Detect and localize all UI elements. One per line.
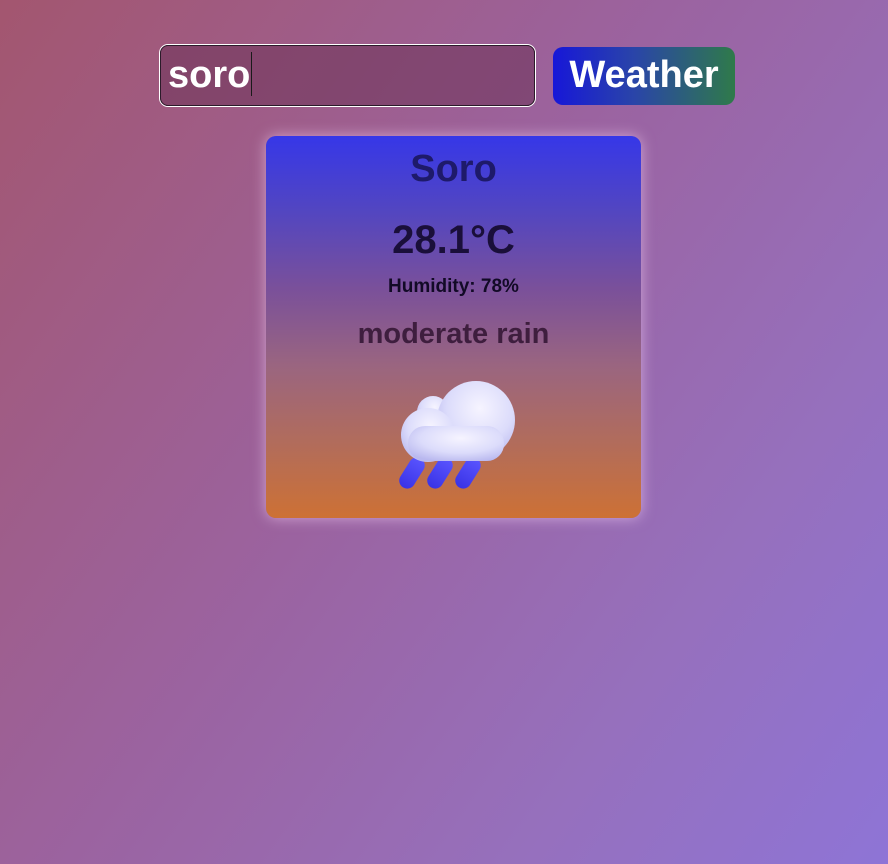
city-name: Soro	[410, 148, 497, 190]
temperature: 28.1°C	[392, 218, 515, 262]
cloud-rain-icon	[399, 381, 515, 489]
city-search-input[interactable]: soro	[159, 44, 536, 107]
search-input-value: soro	[168, 54, 251, 96]
search-bar: soro Weather	[159, 44, 736, 107]
weather-card: Soro 28.1°C Humidity: 78% moderate rain	[266, 136, 641, 518]
weather-button[interactable]: Weather	[553, 47, 735, 105]
text-caret	[251, 51, 253, 96]
humidity: Humidity: 78%	[388, 276, 519, 297]
weather-description: moderate rain	[357, 318, 550, 350]
